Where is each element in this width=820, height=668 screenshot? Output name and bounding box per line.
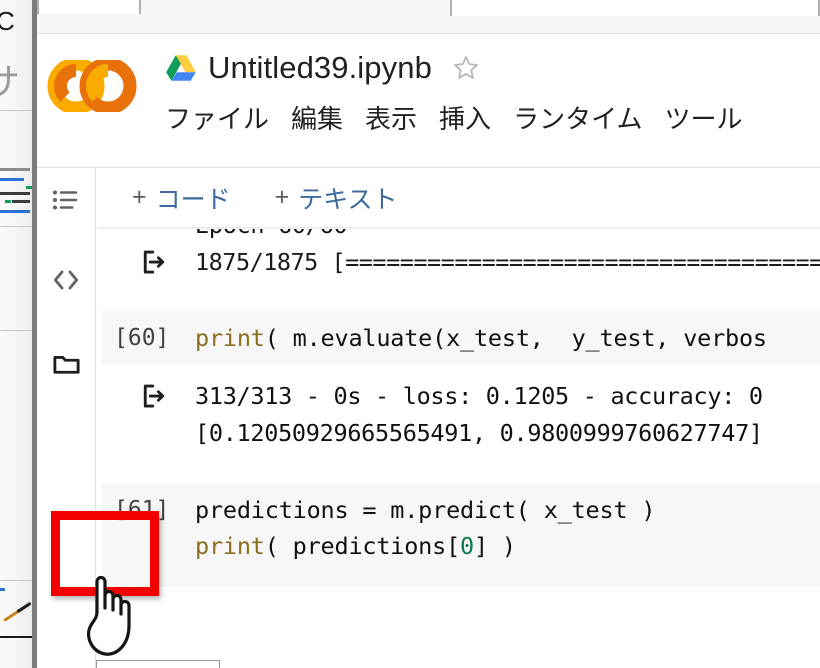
cell-prompt-61: [61] — [114, 497, 170, 523]
menu-item-view[interactable]: 表示 — [365, 99, 417, 136]
output-line: Epoch 60/60 — [195, 229, 348, 242]
star-icon[interactable] — [451, 53, 481, 83]
clipped-epoch-line: Epoch 60/60 — [102, 229, 820, 242]
cell-prompt-60: [60] — [114, 325, 170, 351]
background-strip-5 — [0, 210, 30, 213]
output-cell-60: 313/313 - 0s - loss: 0.1205 - accuracy: … — [102, 369, 820, 461]
menu-item-insert[interactable]: 挿入 — [439, 99, 491, 136]
background-strip-1 — [0, 168, 30, 171]
menu-item-tools[interactable]: ツール — [665, 99, 743, 136]
sidebar-item-files[interactable] — [37, 340, 95, 388]
colab-app: Untitled39.ipynb ファイル 編集 表示 挿入 ランタイム ツール — [37, 37, 820, 668]
background-strip-green2 — [5, 200, 11, 203]
menu-bar: ファイル 編集 表示 挿入 ランタイム ツール — [165, 99, 765, 136]
menu-item-runtime[interactable]: ランタイム — [513, 99, 642, 136]
background-window[interactable]: C サ — [0, 0, 37, 668]
code-cell-60[interactable]: [60] print( m.evaluate(x_test, y_test, v… — [102, 311, 820, 365]
code-line: print( predictions[0] ) — [195, 532, 516, 560]
output-prompt — [102, 229, 195, 242]
output-line: 313/313 - 0s - loss: 0.1205 - accuracy: … — [195, 382, 763, 410]
sidebar-item-code-snippets[interactable] — [37, 256, 95, 304]
output-arrow-icon — [102, 378, 195, 411]
code-line: predictions = m.predict( x_test ) — [195, 496, 656, 524]
code-cell-61-source[interactable]: predictions = m.predict( x_test ) print(… — [195, 492, 655, 564]
code-brackets-icon — [50, 264, 82, 296]
add-text-cell-button[interactable]: + テキスト — [275, 180, 398, 216]
sidebar-item-toc[interactable] — [37, 176, 95, 224]
menu-item-edit[interactable]: 編集 — [291, 99, 343, 136]
background-strip-2 — [0, 178, 24, 181]
colab-header: Untitled39.ipynb ファイル 編集 表示 挿入 ランタイム ツール — [37, 37, 820, 168]
code-cell-60-source[interactable]: print( m.evaluate(x_test, y_test, verbos — [195, 320, 767, 356]
add-code-cell-button[interactable]: + コード — [132, 180, 231, 216]
background-glyph-c: C — [0, 6, 15, 36]
screenshot-root: C サ Untitled39.ipynb ファイル 編集 表示 挿入 ランタイム… — [0, 0, 820, 668]
folder-icon — [51, 349, 82, 380]
notebook-scroll-area[interactable]: Epoch 60/60 1875/1875 [=================… — [96, 227, 820, 668]
plus-icon: + — [274, 183, 290, 211]
background-pen-tip — [16, 601, 32, 614]
output-line: [0.12050929665565491, 0.9800999760627747… — [195, 419, 763, 447]
menu-item-file[interactable]: ファイル — [165, 99, 269, 136]
browser-tab-partial-left[interactable] — [37, 0, 141, 14]
page-title[interactable]: Untitled39.ipynb — [208, 50, 432, 86]
colab-logo[interactable] — [46, 60, 138, 112]
output-arrow-icon — [102, 244, 195, 277]
notebook-toolbar: + コード + テキスト — [96, 168, 820, 227]
notebook-pane: + コード + テキスト Epoch 60/60 — [96, 168, 820, 668]
background-strip-6 — [0, 588, 5, 591]
list-icon — [51, 185, 81, 215]
add-text-cell-label: テキスト — [298, 185, 398, 214]
code-cell-61[interactable]: [61] predictions = m.predict( x_test ) p… — [102, 483, 820, 587]
output-line-progress: 1875/1875 [=============================… — [195, 248, 820, 276]
document-title-row: Untitled39.ipynb — [164, 50, 481, 86]
plus-icon: + — [132, 183, 147, 211]
sidebar: ファイル — [37, 168, 221, 668]
background-strip-3 — [0, 192, 30, 195]
background-strip-4 — [12, 200, 30, 203]
google-drive-icon — [164, 51, 198, 85]
tooltip-files: ファイル — [96, 660, 221, 668]
add-code-cell-label: コード — [155, 185, 231, 214]
browser-tab-strip — [37, 0, 820, 33]
browser-tab-partial-right[interactable] — [450, 0, 820, 16]
background-glyph-sa: サ — [0, 61, 21, 102]
output-cell-epoch: Epoch 60/60 1875/1875 [=================… — [102, 227, 820, 290]
colab-body: ファイル + コード + テキスト — [37, 168, 820, 668]
